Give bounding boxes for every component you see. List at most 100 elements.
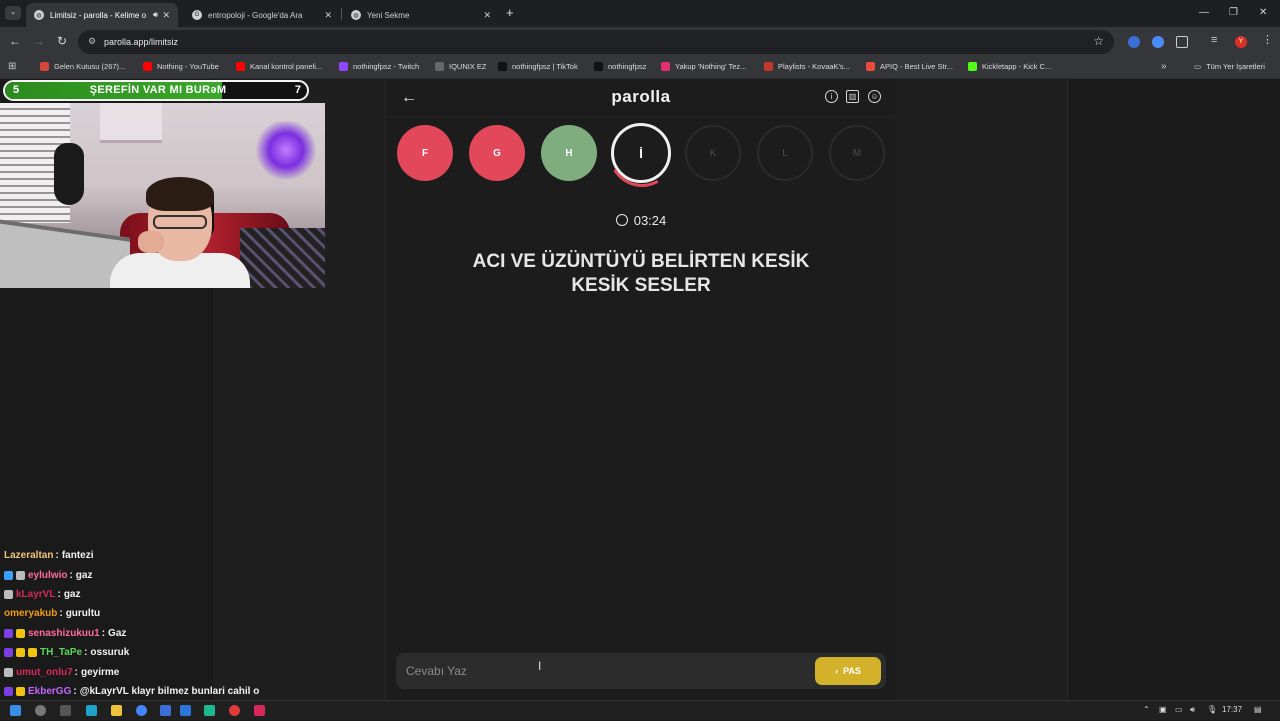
app-icon[interactable]	[229, 705, 240, 716]
profile-icon[interactable]: ☺	[868, 90, 881, 103]
app-icon[interactable]	[180, 705, 191, 716]
chat-message: EkberGG : @kLayrVL klayr bilmez bunlari c…	[4, 682, 304, 701]
apps-icon[interactable]: ⊞	[8, 61, 16, 72]
back-icon[interactable]: ←	[9, 34, 21, 48]
search-icon[interactable]	[35, 705, 46, 716]
forward-icon[interactable]: →	[33, 34, 45, 48]
tab-limitsiz[interactable]: ◍ Limitsiz - parolla - Kelime o 🔊︎ ✕	[26, 3, 178, 27]
bookmark-item[interactable]: Yakup 'Nothing' Tez...	[661, 62, 746, 71]
minimize-icon[interactable]: —	[1199, 7, 1209, 18]
chat-separator: :	[59, 608, 63, 620]
chrome-icon[interactable]	[136, 705, 147, 716]
chat-message: umut_onlu7 : geyirme	[4, 662, 304, 681]
tab-entropoloji[interactable]: G entropoloji - Google'da Ara ✕	[184, 3, 340, 27]
answer-box: › PAS	[396, 653, 886, 689]
tab-yeni-sekme[interactable]: ◍ Yeni Sekme ✕	[343, 3, 499, 27]
tray-app-icon[interactable]: ▣	[1159, 705, 1167, 714]
puzzle-icon[interactable]	[1176, 36, 1188, 48]
start-icon[interactable]	[10, 705, 21, 716]
chat-badge-icon	[28, 648, 37, 658]
reload-icon[interactable]: ↻	[57, 34, 67, 48]
bookmark-label: nothingfpsz	[608, 62, 647, 71]
notification-icon[interactable]: ▤	[1254, 705, 1262, 714]
close-icon[interactable]: ✕	[483, 10, 491, 21]
tray-chevron-icon[interactable]: ⌃	[1143, 705, 1150, 714]
bookmark-item[interactable]: Playlists - KovaaK's...	[764, 62, 850, 71]
google-icon: G	[192, 10, 202, 20]
bookmark-favicon-icon	[236, 62, 245, 71]
extension-icon[interactable]	[1152, 36, 1164, 48]
close-icon[interactable]: ✕	[162, 10, 170, 21]
all-bookmarks-folder[interactable]: ▭ Tüm Yer İşaretleri	[1194, 62, 1265, 71]
overlay-title: ŞEREFİN VAR MI BURəM	[89, 84, 227, 96]
more-bookmarks-icon[interactable]: »	[1161, 61, 1167, 72]
bookmark-favicon-icon	[40, 62, 49, 71]
edge-icon[interactable]	[86, 705, 97, 716]
chat-username[interactable]: omeryakub	[4, 608, 57, 619]
chat-username[interactable]: umut_onlu7	[16, 667, 73, 678]
chat-username[interactable]: eylulwio	[28, 570, 67, 581]
chat-username[interactable]: EkberGG	[28, 686, 71, 697]
network-icon[interactable]: ▭	[1175, 705, 1183, 714]
bookmark-label: Nothing - YouTube	[157, 62, 219, 71]
bookmark-favicon-icon	[498, 62, 507, 71]
mic-icon[interactable]: 🎙︎	[1207, 705, 1217, 714]
store-icon[interactable]	[160, 705, 171, 716]
app-icon[interactable]	[204, 705, 215, 716]
new-tab-button[interactable]: +	[506, 5, 514, 20]
chat-separator: :	[57, 588, 61, 600]
chat-badge-icon	[4, 686, 13, 696]
bookmark-item[interactable]: APIQ - Best Live Str...	[866, 62, 953, 71]
chat-badge-icon	[4, 667, 13, 677]
extension-icon[interactable]	[1128, 36, 1140, 48]
volume-icon[interactable]: 🔊︎	[1190, 705, 1195, 715]
avatar[interactable]: Y	[1235, 36, 1247, 48]
window-close-icon[interactable]: ✕	[1259, 7, 1267, 18]
chat-message: omeryakub : gurultu	[4, 604, 304, 623]
bookmark-item[interactable]: nothingfpsz | TikTok	[498, 62, 578, 71]
chat-username[interactable]: Lazeraltan	[4, 550, 53, 561]
tab-divider	[341, 8, 342, 20]
chat-text: gaz	[63, 588, 81, 600]
bookmarks-bar: ⊞ Gelen Kutusu (267)... Nothing - YouTube…	[0, 57, 1280, 79]
bookmark-star-icon[interactable]: ☆	[1093, 34, 1104, 48]
stats-icon[interactable]: ▥	[846, 90, 859, 103]
app-icon[interactable]	[254, 705, 265, 716]
bookmark-item[interactable]: Nothing - YouTube	[143, 62, 219, 71]
bookmark-item[interactable]: IQUNIX EZ	[435, 62, 487, 71]
info-icon[interactable]: i	[825, 90, 838, 103]
chat-separator: :	[84, 647, 88, 659]
bookmark-label: IQUNIX EZ	[449, 62, 487, 71]
bookmark-label: Kanal kontrol paneli...	[250, 62, 323, 71]
media-control-icon[interactable]: ≡	[1211, 34, 1217, 46]
bookmark-favicon-icon	[968, 62, 977, 71]
chat-badge-icon	[4, 589, 13, 599]
clock-icon	[615, 214, 628, 226]
chat-badge-icon	[16, 648, 25, 658]
speaker-icon[interactable]: 🔊︎	[153, 10, 158, 20]
bookmark-item[interactable]: Gelen Kutusu (267)...	[40, 62, 125, 71]
restore-icon[interactable]: ❐	[1229, 7, 1238, 18]
chat-username[interactable]: kLayrVL	[16, 589, 55, 600]
site-settings-icon[interactable]: ⚙	[88, 36, 96, 47]
bookmark-item[interactable]: Kanal kontrol paneli...	[236, 62, 322, 71]
chat-text: geyirme	[81, 666, 120, 678]
clock-text[interactable]: 17:37	[1222, 705, 1242, 714]
close-icon[interactable]: ✕	[324, 10, 332, 21]
menu-icon[interactable]: ⋮	[1262, 33, 1273, 46]
taskview-icon[interactable]	[60, 705, 71, 716]
pass-button[interactable]: › PAS	[815, 657, 881, 685]
windows-taskbar: ⌃ ▣ ▭ 🔊︎ 🎙︎ 17:37 ▤	[0, 700, 1280, 720]
bookmark-item[interactable]: nothingfpsz	[594, 62, 646, 71]
tab-search-button[interactable]: ⌄	[5, 6, 21, 20]
bookmark-favicon-icon	[339, 62, 348, 71]
chat-username[interactable]: TH_TaPe	[40, 647, 82, 658]
bookmark-item[interactable]: nothingfpsz - Twitch	[339, 62, 419, 71]
chat-username[interactable]: senashizukuu1	[28, 628, 100, 639]
globe-icon: ◍	[34, 10, 44, 20]
answer-input[interactable]	[406, 662, 806, 680]
address-bar[interactable]: ⚙ parolla.app/limitsiz ☆	[78, 30, 1114, 54]
bookmark-item[interactable]: Kickletapp - Kick C...	[968, 62, 1051, 71]
explorer-icon[interactable]	[111, 705, 122, 716]
chat-badge-icon	[16, 686, 25, 696]
